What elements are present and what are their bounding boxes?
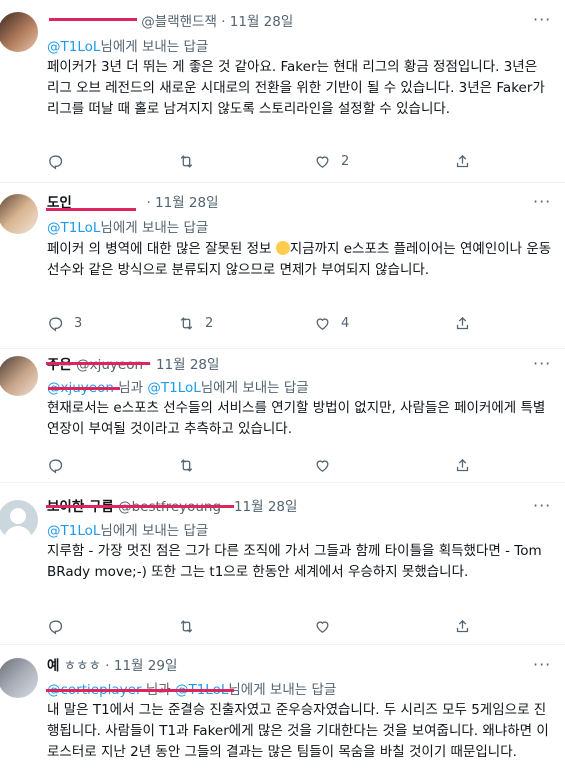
- reply-context: @T1LoL님에게 보내는 답글: [47, 39, 209, 55]
- sweat-smile-emoji-icon: [275, 241, 290, 255]
- reply-mention[interactable]: @T1LoL: [47, 39, 100, 55]
- reply-context: @T1LoL님에게 보내는 답글: [47, 220, 209, 236]
- share-icon: [456, 619, 469, 632]
- reply-button[interactable]: [47, 455, 74, 475]
- redaction-mark: [46, 362, 150, 365]
- display-name[interactable]: 주은: [47, 357, 72, 373]
- reply-button[interactable]: 3: [47, 313, 82, 333]
- reply-mention[interactable]: @T1LoL: [147, 380, 200, 396]
- heart-icon: [316, 620, 329, 633]
- avatar[interactable]: [0, 658, 38, 698]
- like-button[interactable]: [314, 616, 341, 636]
- handle[interactable]: ㅎㅎㅎ: [64, 658, 101, 674]
- display-name[interactable]: 예: [47, 658, 59, 674]
- tweet-text: 페이커가 3년 더 뛰는 게 좋은 것 같아요. Faker는 현대 리그의 황…: [47, 59, 545, 117]
- more-options-icon[interactable]: ···: [533, 496, 551, 515]
- more-options-icon[interactable]: ···: [533, 354, 551, 373]
- tweet-actions: [47, 616, 487, 636]
- avatar[interactable]: [0, 500, 38, 540]
- heart-icon: [316, 155, 329, 168]
- tweet-date[interactable]: 11월 28일: [234, 499, 298, 515]
- retweet-button[interactable]: 2: [178, 313, 213, 333]
- tweet[interactable]: 도인 · 11월 28일 ··· @T1LoL님에게 보내는 답글 페이커 의 …: [0, 182, 565, 349]
- share-button[interactable]: [454, 151, 471, 171]
- retweet-icon: [180, 154, 193, 168]
- redaction-mark: [48, 387, 120, 390]
- retweet-icon: [180, 619, 193, 633]
- share-button[interactable]: [454, 313, 471, 333]
- tweet[interactable]: 보이한 구름 @bestfreyoung · 11월 28일 ··· @T1Lo…: [0, 482, 565, 645]
- tweet[interactable]: 주은 @xjuyeon · 11월 28일 ··· @xjuyeon 님과 @T…: [0, 348, 565, 483]
- redaction-mark: [46, 208, 136, 211]
- heart-icon: [316, 459, 329, 472]
- redaction-mark: [46, 505, 234, 508]
- reply-button[interactable]: [47, 151, 74, 171]
- share-icon: [456, 154, 469, 167]
- retweet-button[interactable]: [178, 151, 205, 171]
- tweet-text: 지루함 - 가장 멋진 점은 그가 다른 조직에 가서 그들과 함께 타이틀을 …: [47, 543, 542, 580]
- tweet-header: 예 ㅎㅎㅎ · 11월 29일: [47, 658, 178, 674]
- display-name[interactable]: [47, 12, 137, 26]
- reply-mention[interactable]: @T1LoL: [47, 220, 100, 236]
- avatar[interactable]: [0, 12, 38, 52]
- share-button[interactable]: [454, 455, 471, 475]
- tweet[interactable]: 예 ㅎㅎㅎ · 11월 29일 ··· @cortieplayer 님과 @T1…: [0, 644, 565, 782]
- avatar[interactable]: [0, 356, 38, 396]
- retweet-button[interactable]: [178, 455, 205, 475]
- reply-icon: [49, 317, 63, 331]
- tweet-text: 내 말은 T1에서 그는 준결승 진출자였고 준우승자였습니다. 두 시리즈 모…: [47, 702, 549, 760]
- like-button[interactable]: 2: [314, 151, 349, 171]
- retweet-icon: [180, 458, 193, 472]
- tweet-actions: [47, 455, 487, 475]
- share-icon: [456, 458, 469, 471]
- like-button[interactable]: 4: [314, 313, 349, 333]
- handle[interactable]: @xjuyeon: [76, 357, 143, 373]
- tweet-date[interactable]: 11월 29일: [114, 658, 178, 674]
- tweet-text: 현재로서는 e스포츠 선수들의 서비스를 연기할 방법이 없지만, 사람들은 페…: [47, 400, 546, 437]
- reply-icon: [49, 459, 63, 473]
- reply-mention[interactable]: @T1LoL: [47, 523, 100, 539]
- tweet-date[interactable]: 11월 28일: [155, 195, 219, 211]
- reply-icon: [49, 155, 63, 169]
- tweet-text: 페이커 의 병역에 대한 많은 잘못된 정보 지금까지 e스포츠 플레이어는 연…: [47, 241, 552, 278]
- tweet-actions: 3 2 4: [47, 313, 487, 333]
- share-icon: [456, 316, 469, 329]
- heart-icon: [316, 317, 329, 330]
- like-button[interactable]: [314, 455, 341, 475]
- more-options-icon[interactable]: ···: [533, 655, 551, 674]
- tweet[interactable]: @블랙핸드잭 · 11월 28일 ··· @T1LoL님에게 보내는 답글 페이…: [0, 0, 565, 183]
- retweet-button[interactable]: [178, 616, 205, 636]
- more-options-icon[interactable]: ···: [533, 192, 551, 211]
- more-options-icon[interactable]: ···: [533, 10, 551, 29]
- reply-icon: [49, 620, 63, 634]
- reply-button[interactable]: [47, 616, 74, 636]
- reply-context: @T1LoL님에게 보내는 답글: [47, 523, 209, 539]
- share-button[interactable]: [454, 616, 471, 636]
- avatar[interactable]: [0, 194, 38, 234]
- tweet-date[interactable]: 11월 28일: [156, 357, 220, 373]
- tweet-actions: 2: [47, 151, 487, 171]
- tweet-header: 주은 @xjuyeon · 11월 28일: [47, 357, 220, 373]
- tweet-header: @블랙핸드잭 · 11월 28일: [47, 12, 293, 31]
- retweet-icon: [180, 316, 193, 330]
- redaction-mark: [46, 689, 234, 692]
- handle[interactable]: @블랙핸드잭: [141, 14, 217, 30]
- tweet-date[interactable]: 11월 28일: [230, 14, 294, 30]
